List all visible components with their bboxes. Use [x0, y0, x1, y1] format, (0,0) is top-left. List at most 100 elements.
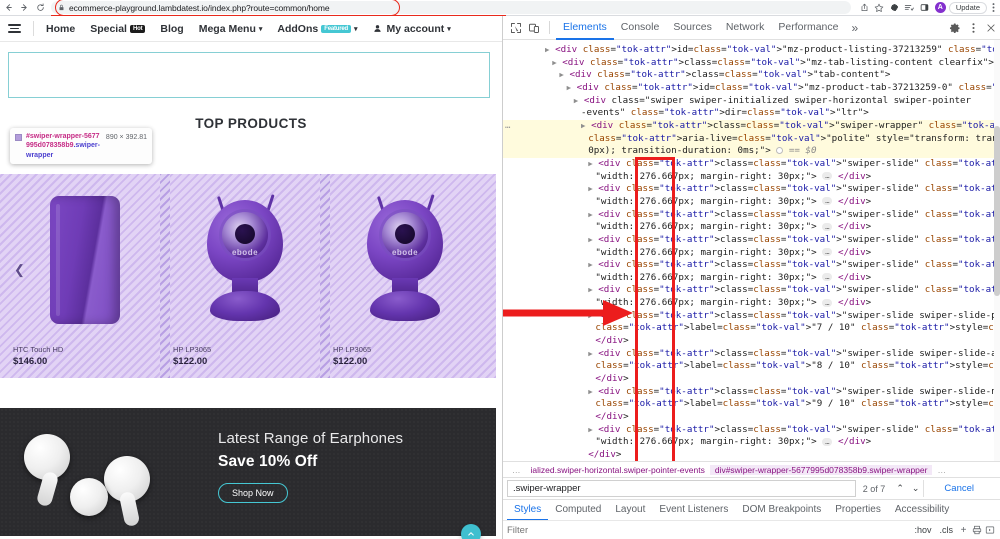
chevron-up-icon[interactable]: ⌃ [892, 483, 908, 494]
forward-arrow-icon[interactable] [16, 0, 32, 16]
kebab-menu-icon[interactable] [964, 19, 982, 37]
dom-tree-scrollbar[interactable] [994, 40, 1000, 461]
toggle-sidebar-icon[interactable] [983, 524, 996, 537]
gear-icon[interactable] [946, 19, 964, 37]
cls-toggle[interactable]: .cls [936, 525, 958, 535]
dom-tree-line[interactable]: "width: 276.667px; margin-right: 30px;">… [503, 436, 1000, 449]
plus-icon[interactable]: + [957, 524, 970, 537]
dom-tree-scrollbar-thumb[interactable] [994, 126, 1000, 296]
tab-dom-breakpoints[interactable]: DOM Breakpoints [735, 500, 828, 521]
dom-tree-line[interactable]: "width: 276.667px; margin-right: 30px;">… [503, 171, 1000, 184]
device-toolbar-icon[interactable] [525, 19, 543, 37]
product-card[interactable]: HTC Touch HD $146.00 [10, 174, 160, 378]
expand-triangle-icon[interactable]: ▶ [588, 387, 593, 396]
dom-tree-line[interactable]: ▶ <div class="tok-attr">class=class="tok… [503, 57, 1000, 70]
dom-tree-line[interactable]: ▶ <div class="tok-attr">class=class="tok… [503, 284, 1000, 297]
breadcrumb-item-selected[interactable]: div#swiper-wrapper-5677995d078358b9.swip… [710, 465, 933, 475]
dom-tree-line[interactable]: class="tok-attr">label=class="tok-val">"… [503, 360, 1000, 373]
expand-triangle-icon[interactable]: ▶ [588, 159, 593, 168]
expand-triangle-icon[interactable]: ▶ [567, 83, 572, 92]
chevron-left-icon[interactable]: ❮ [14, 262, 25, 278]
dom-tree-line[interactable]: -events" class="tok-attr">dir=class="tok… [503, 107, 1000, 120]
expand-triangle-icon[interactable]: ▶ [588, 235, 593, 244]
expand-triangle-icon[interactable]: ▶ [559, 70, 564, 79]
expand-triangle-icon[interactable]: ▶ [588, 285, 593, 294]
dom-tree-line[interactable]: ▶ <div class="tok-attr">class=class="tok… [503, 348, 1000, 361]
dom-tree-line[interactable]: </div> [503, 373, 1000, 386]
dom-tree-line[interactable]: "width: 276.667px; margin-right: 30px;">… [503, 221, 1000, 234]
dom-tree-line[interactable]: "width: 276.667px; margin-right: 30px;">… [503, 272, 1000, 285]
dom-tree-line[interactable]: ▶ <div class="tok-attr">id=class="tok-va… [503, 44, 1000, 57]
tab-accessibility[interactable]: Accessibility [888, 500, 956, 521]
nav-item-blog[interactable]: Blog [160, 23, 183, 35]
dom-tree-line[interactable]: ▶ <div class="tok-attr">id=class="tok-va… [503, 82, 1000, 95]
nav-item-mega-menu[interactable]: Mega Menu ▾ [199, 23, 263, 35]
tab-computed[interactable]: Computed [548, 500, 608, 521]
chevron-down-icon[interactable]: ⌄ [908, 483, 924, 494]
expand-triangle-icon[interactable]: ▶ [588, 349, 593, 358]
shop-now-button[interactable]: Shop Now [218, 483, 288, 503]
dom-tree-line[interactable]: ▶ <div class="tok-attr">class=class="tok… [503, 259, 1000, 272]
address-bar[interactable]: ecommerce-playground.lambdatest.io/index… [51, 1, 851, 14]
dom-tree-line[interactable]: ▶ <div class="tok-attr">class=class="tok… [503, 158, 1000, 171]
tab-properties[interactable]: Properties [828, 500, 888, 521]
filter-input[interactable] [507, 525, 910, 536]
dom-tree-line[interactable]: class="tok-attr">aria-live=class="tok-va… [503, 133, 1000, 146]
expand-triangle-icon[interactable]: ▶ [588, 425, 593, 434]
inspect-element-icon[interactable] [507, 19, 525, 37]
expand-triangle-icon[interactable]: ▶ [588, 210, 593, 219]
tab-styles[interactable]: Styles [507, 500, 548, 521]
close-icon[interactable] [982, 19, 1000, 37]
tab-console[interactable]: Console [614, 16, 667, 40]
product-card[interactable]: ebode HP LP3065 $122.00 [330, 174, 480, 378]
back-arrow-icon[interactable] [0, 0, 16, 16]
expand-triangle-icon[interactable]: ▶ [581, 121, 586, 130]
breadcrumb-overflow[interactable]: … [507, 465, 526, 475]
chevron-double-right-icon[interactable]: » [845, 21, 864, 35]
tab-performance[interactable]: Performance [771, 16, 845, 40]
expand-triangle-icon[interactable]: ▶ [552, 58, 557, 67]
nav-item-special[interactable]: Special Hot [90, 23, 145, 35]
expand-triangle-icon[interactable]: ▶ [588, 260, 593, 269]
product-card[interactable]: ebode HP LP3065 $122.00 [170, 174, 320, 378]
dom-tree-line[interactable]: ▶ <div class="tok-attr">class=class="tok… [503, 120, 1000, 133]
expand-triangle-icon[interactable]: ▶ [545, 45, 550, 54]
tab-elements[interactable]: Elements [556, 16, 614, 40]
dom-tree-line[interactable]: 0px); transition-duration: 0ms;"> == $0 [503, 145, 1000, 158]
search-input[interactable] [507, 480, 856, 497]
dom-tree-line[interactable]: ▶ <div class="swiper swiper-initialized … [503, 95, 1000, 108]
dom-tree-line[interactable]: ▶ <div class="tok-attr">class=class="tok… [503, 386, 1000, 399]
reload-icon[interactable] [32, 0, 48, 16]
expand-triangle-icon[interactable]: ▶ [574, 96, 579, 105]
avatar[interactable]: A [935, 2, 946, 13]
dom-tree-line[interactable]: "width: 276.667px; margin-right: 30px;">… [503, 196, 1000, 209]
dom-tree-line[interactable]: class="tok-attr">label=class="tok-val">"… [503, 398, 1000, 411]
reading-list-icon[interactable] [902, 0, 917, 15]
tab-sources[interactable]: Sources [666, 16, 719, 40]
hamburger-menu-icon[interactable] [8, 24, 21, 33]
dom-tree-line[interactable]: </div> [503, 335, 1000, 348]
breadcrumb-overflow-end[interactable]: … [932, 465, 951, 475]
dom-tree-line[interactable]: "width: 276.667px; margin-right: 30px;">… [503, 247, 1000, 260]
tab-event-listeners[interactable]: Event Listeners [652, 500, 735, 521]
breadcrumb-item[interactable]: ialized.swiper-horizontal.swiper-pointer… [526, 465, 710, 475]
cancel-button[interactable]: Cancel [923, 480, 996, 497]
side-panel-icon[interactable] [917, 0, 932, 15]
print-media-icon[interactable] [970, 524, 983, 537]
tab-layout[interactable]: Layout [608, 500, 652, 521]
dom-tree-line[interactable]: ▶ <div class="tok-attr">class=class="tok… [503, 424, 1000, 437]
puzzle-icon[interactable] [887, 0, 902, 15]
dom-tree-line[interactable]: ▶ <div class="tok-attr">class=class="tok… [503, 209, 1000, 222]
hov-toggle[interactable]: :hov [910, 525, 935, 535]
update-button[interactable]: Update [949, 2, 987, 14]
nav-item-home[interactable]: Home [46, 23, 75, 35]
dom-tree-line[interactable]: ▶ <div class="tok-attr">class=class="tok… [503, 234, 1000, 247]
dom-tree-line[interactable]: </div> [503, 449, 1000, 461]
dom-tree-line[interactable]: </div> [503, 411, 1000, 424]
share-icon[interactable] [857, 0, 872, 15]
scroll-to-top-button[interactable] [461, 524, 481, 539]
expand-triangle-icon[interactable]: ▶ [588, 184, 593, 193]
dom-tree-line[interactable]: ▶ <div class="tok-attr">class=class="tok… [503, 183, 1000, 196]
dom-tree[interactable]: ▶ <div class="tok-attr">id=class="tok-va… [503, 40, 1000, 461]
nav-item-my-account[interactable]: My account ▾ [373, 23, 451, 35]
